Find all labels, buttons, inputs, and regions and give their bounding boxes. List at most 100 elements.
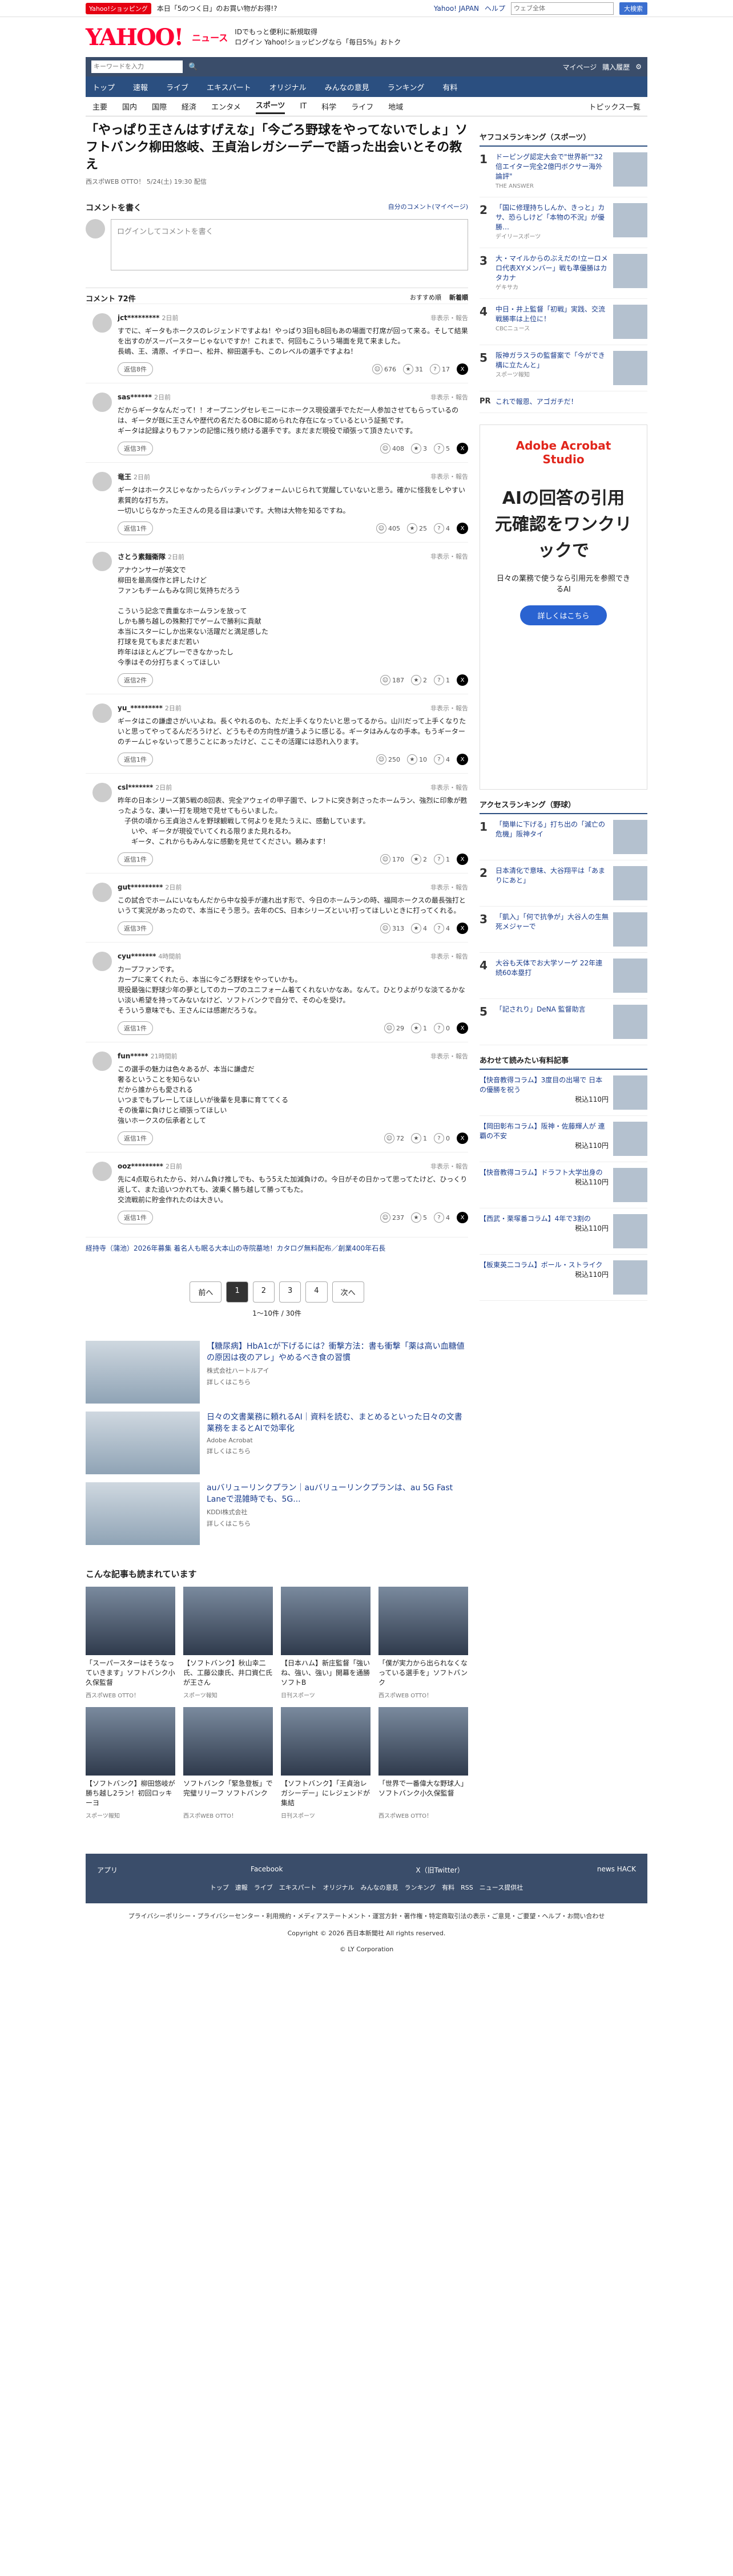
mypage-link[interactable]: マイページ — [562, 62, 597, 72]
reply-button[interactable]: 返信1件 — [118, 1131, 153, 1145]
my-comments-link[interactable]: 自分のコメント(マイページ) — [388, 202, 468, 213]
topics-list-link[interactable]: トピックス一覧 — [589, 101, 641, 112]
paid-title-text[interactable]: 【快音教得コラム】ドラフト大学出身の — [480, 1168, 609, 1178]
register-link[interactable]: IDでもっと便利に新規取得 — [235, 27, 401, 37]
shopping-badge[interactable]: Yahoo!ショッピング — [86, 2, 151, 14]
report-link[interactable]: 非表示・報告 — [430, 552, 468, 561]
related-title-text[interactable]: 「僕が実力から出られなくなっている選手を」ソフトバンク — [378, 1659, 468, 1688]
page-2[interactable]: 2 — [252, 1281, 275, 1303]
comment-user[interactable]: gut********* — [118, 883, 163, 891]
cat-sports[interactable]: スポーツ — [255, 99, 285, 114]
footer-app[interactable]: アプリ — [97, 1865, 118, 1875]
search-icon[interactable]: 🔍 — [188, 63, 198, 71]
reply-button[interactable]: 返信1件 — [118, 1211, 153, 1224]
report-link[interactable]: 非表示・報告 — [430, 703, 468, 713]
ad-text-link[interactable]: 経持寺（蒲池）2026年募集 着名人も眠る大本山の寺院墓地！カタログ無料配布／創… — [86, 1237, 468, 1259]
cat-science[interactable]: 科学 — [321, 101, 336, 112]
footer-facebook[interactable]: Facebook — [251, 1865, 283, 1875]
ranking-item[interactable]: 3 大・マイルからのぶえだの!立ーロメロ代表XYメンバー」戦も準優勝はカタカナ ゲキ… — [480, 248, 647, 299]
insight-reaction[interactable]: ★ 25 — [407, 523, 427, 533]
rec-cta[interactable]: 詳しくはこちら — [207, 1446, 468, 1455]
comment-user[interactable]: fun***** — [118, 1052, 148, 1060]
tab-breaking[interactable]: 速報 — [133, 82, 148, 92]
x-share-icon[interactable]: X — [457, 523, 468, 534]
rec-item[interactable]: 日々の文書業務に頼れるAI｜資料を読む、まとめるといった日々の文書業務をまるとA… — [86, 1412, 468, 1474]
related-card[interactable]: 「僕が実力から出られなくなっている選手を」ソフトバンク 西スポWEB OTTO！ — [378, 1587, 468, 1699]
report-link[interactable]: 非表示・報告 — [430, 472, 468, 481]
related-card[interactable]: 【ソフトバンク】秋山幸二氏、工藤公康氏、井口資仁氏が王さん スポーツ報知 — [183, 1587, 273, 1699]
footer-nav[interactable]: トップ 速報 ライブ エキスパート オリジナル みんなの意見 ランキング 有料 … — [97, 1883, 636, 1892]
comment-user[interactable]: ooz********* — [118, 1162, 163, 1170]
cat-domestic[interactable]: 国内 — [122, 101, 137, 112]
news-search-input[interactable] — [91, 60, 183, 73]
x-share-icon[interactable]: X — [457, 674, 468, 686]
reply-button[interactable]: 返信1件 — [118, 521, 153, 535]
related-title-text[interactable]: 「世界で一番偉大な野球人」ソフトバンク小久保監督 — [378, 1779, 468, 1809]
related-card[interactable]: 「世界で一番偉大な野球人」ソフトバンク小久保監督 西スポWEB OTTO！ — [378, 1707, 468, 1819]
paid-item[interactable]: 【快音教得コラム】ドラフト大学出身の 税込110円 — [480, 1162, 647, 1208]
access-item[interactable]: 5 「記されり」DeNA 監督助言 — [480, 999, 647, 1045]
ranking-item[interactable]: 5 阪神ガラスラの監督案で「今ができ構に立たんと」 スポーツ報知 — [480, 345, 647, 391]
hmm-reaction[interactable]: ? 4 — [434, 523, 450, 533]
insight-reaction[interactable]: ★ 10 — [407, 754, 427, 765]
empathy-reaction[interactable]: ☺ 187 — [380, 675, 404, 685]
access-item[interactable]: 2 日本清化で意味、大谷翔平は「あまりにあと」 — [480, 860, 647, 907]
acrobat-ad[interactable]: Adobe Acrobat Studio AIの回答の引用元確認をワンクリックで… — [480, 424, 647, 790]
related-title-text[interactable]: ソフトバンク「緊急登板」で完璧リリーフ ソフトバンク — [183, 1779, 273, 1809]
related-card[interactable]: 【ソフトバンク】「王貞治レガシーデー」にレジェンドが集結 日刊スポーツ — [281, 1707, 370, 1819]
rank-title[interactable]: 阪神ガラスラの監督案で「今ができ構に立たんと」 — [496, 351, 609, 370]
access-item[interactable]: 3 「凱入」「何で抗争が」大谷人の生無死メジャーで — [480, 907, 647, 953]
reply-button[interactable]: 返信1件 — [118, 753, 153, 766]
cat-life[interactable]: ライフ — [351, 101, 373, 112]
empathy-reaction[interactable]: ☺ 405 — [376, 523, 400, 533]
comment-user[interactable]: 竜王 — [118, 473, 131, 481]
empathy-reaction[interactable]: ☺ 408 — [380, 443, 404, 454]
page-3[interactable]: 3 — [279, 1281, 301, 1303]
cat-region[interactable]: 地域 — [388, 101, 403, 112]
cat-it[interactable]: IT — [300, 102, 307, 111]
yahoo-japan-link[interactable]: Yahoo! JAPAN — [434, 5, 479, 13]
cat-international[interactable]: 国際 — [152, 101, 167, 112]
hmm-reaction[interactable]: ? 0 — [434, 1133, 450, 1143]
related-title-text[interactable]: 【ソフトバンク】「王貞治レガシーデー」にレジェンドが集結 — [281, 1779, 370, 1809]
rank-title[interactable]: 「簡単に下げる」打ち出の「滅亡の危機」阪神タイ — [496, 820, 609, 854]
insight-reaction[interactable]: ★ 2 — [411, 675, 427, 685]
x-share-icon[interactable]: X — [457, 443, 468, 454]
reply-button[interactable]: 返信1件 — [118, 852, 153, 866]
ranking-item[interactable]: 2 「国に修理持ちしんか、きっと」カサ、恐らしけど「本物の不況」が優勝… デイリース… — [480, 197, 647, 248]
hmm-reaction[interactable]: ? 0 — [434, 1023, 450, 1033]
rec-cta[interactable]: 詳しくはこちら — [207, 1519, 468, 1528]
insight-reaction[interactable]: ★ 4 — [411, 923, 427, 933]
web-search-input[interactable] — [511, 2, 614, 15]
related-title-text[interactable]: 「スーパースターはそうなっていきます」ソフトバンク小久保監督 — [86, 1659, 175, 1688]
x-share-icon[interactable]: X — [457, 1133, 468, 1144]
web-search-button[interactable]: 大検索 — [619, 2, 647, 15]
report-link[interactable]: 非表示・報告 — [430, 393, 468, 402]
hmm-reaction[interactable]: ? 1 — [434, 854, 450, 864]
comment-user[interactable]: sas****** — [118, 393, 152, 401]
article-title[interactable]: 「やっぱり王さんはすげえな」「今ごろ野球をやってないでしょ」ソフトバンク柳田悠岐… — [86, 122, 468, 173]
insight-reaction[interactable]: ★ 1 — [411, 1023, 427, 1033]
rec-title[interactable]: 日々の文書業務に頼れるAI｜資料を読む、まとめるといった日々の文書業務をまるとA… — [207, 1412, 468, 1434]
empathy-reaction[interactable]: ☺ 29 — [384, 1023, 404, 1033]
hmm-reaction[interactable]: ? 4 — [434, 923, 450, 933]
paid-item[interactable]: 【板東英二コラム】ボール・ストライク 税込110円 — [480, 1255, 647, 1301]
empathy-reaction[interactable]: ☺ 313 — [380, 923, 404, 933]
sort-newest[interactable]: 新着順 — [449, 293, 468, 304]
cat-entertainment[interactable]: エンタメ — [211, 101, 241, 112]
comment-user[interactable]: jct********* — [118, 314, 159, 322]
access-item[interactable]: 4 大谷も天体でお大学ソーゲ 22年連続60本塁打 — [480, 953, 647, 999]
settings-icon[interactable]: ⚙ — [635, 63, 642, 71]
comment-user[interactable]: さとう素麺衛隊 — [118, 553, 166, 561]
rank-title[interactable]: 中日・井上監督「初戦」実践、交流戦勝率は上位に！ — [496, 305, 609, 324]
reply-button[interactable]: 返信3件 — [118, 442, 153, 455]
reply-button[interactable]: 返信1件 — [118, 1021, 153, 1035]
rank-title[interactable]: ドーピング認定大会で"世界新""32倍エイター完全2億円ボクサー海外論評" — [496, 152, 609, 181]
ad-cta-button[interactable]: 詳しくはこちら — [520, 605, 607, 625]
page-4[interactable]: 4 — [305, 1281, 328, 1303]
reply-button[interactable]: 返信3件 — [118, 921, 153, 935]
insight-reaction[interactable]: ★ 2 — [411, 854, 427, 864]
rank-title[interactable]: 「記されり」DeNA 監督助言 — [496, 1005, 609, 1039]
promo-text[interactable]: 本日「5のつく日」のお買い物がお得!? — [157, 3, 277, 13]
x-share-icon[interactable]: X — [457, 754, 468, 765]
